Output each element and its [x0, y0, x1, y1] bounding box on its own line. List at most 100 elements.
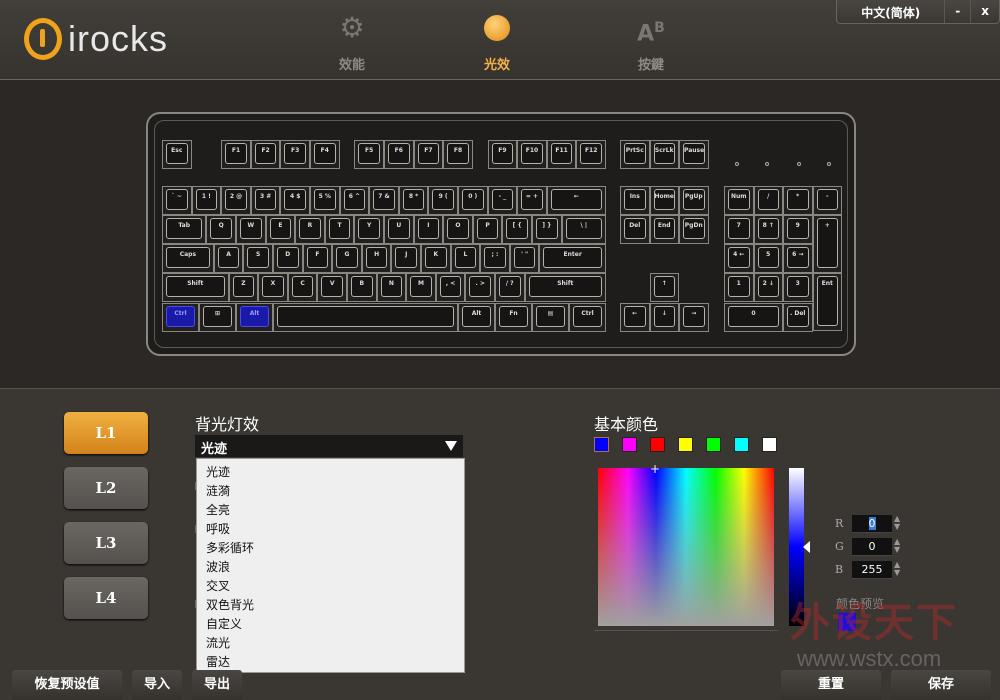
key[interactable]: V — [317, 273, 347, 302]
key[interactable]: 6 → — [783, 244, 813, 273]
restore-defaults-button[interactable]: 恢复预设值 — [12, 670, 122, 700]
key[interactable]: 8 ↑ — [754, 215, 784, 244]
key[interactable]: Fn — [495, 303, 532, 332]
key[interactable]: 3 — [783, 273, 813, 302]
language-button[interactable]: 中文(简体) — [837, 0, 944, 23]
key[interactable]: F12 — [576, 140, 606, 169]
key[interactable]: K — [421, 244, 451, 273]
key[interactable]: Alt — [458, 303, 495, 332]
layer-l4-button[interactable]: L4 — [64, 577, 148, 619]
save-button[interactable]: 保存 — [891, 670, 991, 700]
key[interactable]: ▤ — [532, 303, 569, 332]
key[interactable]: F1 — [221, 140, 251, 169]
key[interactable]: ← — [620, 303, 650, 332]
key[interactable]: 4 ← — [724, 244, 754, 273]
key[interactable]: F8 — [443, 140, 473, 169]
key[interactable]: F4 — [310, 140, 340, 169]
key[interactable]: . Del — [783, 303, 813, 332]
key[interactable]: 3 # — [251, 186, 281, 215]
key[interactable]: F — [303, 244, 333, 273]
key[interactable]: Home — [650, 186, 680, 215]
key[interactable]: PrtSc — [620, 140, 650, 169]
key[interactable]: Ent — [813, 273, 843, 331]
key[interactable]: X — [258, 273, 288, 302]
effect-option[interactable]: 呼吸 — [197, 520, 464, 539]
minimize-button[interactable]: - — [944, 0, 970, 23]
key[interactable]: End — [650, 215, 680, 244]
key[interactable]: ↓ — [650, 303, 680, 332]
key[interactable]: O — [443, 215, 473, 244]
key[interactable]: Esc — [162, 140, 192, 169]
slider-handle-icon[interactable] — [803, 541, 810, 553]
key[interactable]: F3 — [280, 140, 310, 169]
tab-keys[interactable]: AB按鍵 — [616, 10, 686, 73]
key[interactable]: . > — [465, 273, 495, 302]
effect-option[interactable]: 流光 — [197, 634, 464, 653]
tab-lighting[interactable]: 光效 — [462, 10, 532, 73]
key[interactable]: 6 ^ — [340, 186, 370, 215]
key[interactable]: Num — [724, 186, 754, 215]
key[interactable]: 5 — [754, 244, 784, 273]
color-swatch[interactable] — [734, 437, 749, 452]
key[interactable]: R — [295, 215, 325, 244]
key[interactable]: ← — [547, 186, 606, 215]
key[interactable]: L — [451, 244, 481, 273]
key[interactable]: PgDn — [679, 215, 709, 244]
effect-option[interactable]: 多彩循环 — [197, 539, 464, 558]
key[interactable]: F2 — [251, 140, 281, 169]
key[interactable]: \ | — [562, 215, 606, 244]
import-button[interactable]: 导入 — [132, 670, 182, 700]
key[interactable]: Shift — [525, 273, 606, 302]
key[interactable]: F9 — [488, 140, 518, 169]
b-input[interactable]: 255 — [852, 561, 892, 579]
key[interactable]: G — [332, 244, 362, 273]
r-input[interactable]: 0 — [852, 515, 892, 533]
effect-select[interactable]: 光迹 — [195, 435, 463, 457]
g-input[interactable]: 0 — [852, 538, 892, 556]
key[interactable]: J — [391, 244, 421, 273]
key[interactable]: PgUp — [679, 186, 709, 215]
key[interactable]: W — [236, 215, 266, 244]
key[interactable]: Enter — [539, 244, 606, 273]
effect-option[interactable]: 全亮 — [197, 501, 464, 520]
key[interactable]: - — [813, 186, 843, 215]
key[interactable]: 0 — [724, 303, 783, 332]
key[interactable]: M — [406, 273, 436, 302]
key[interactable]: ] } — [532, 215, 562, 244]
key[interactable]: F5 — [354, 140, 384, 169]
key[interactable]: F11 — [547, 140, 577, 169]
key[interactable]: 7 & — [369, 186, 399, 215]
effect-option[interactable]: 涟漪 — [197, 482, 464, 501]
key[interactable]: C — [288, 273, 318, 302]
key[interactable]: Q — [206, 215, 236, 244]
color-swatch[interactable] — [594, 437, 609, 452]
r-stepper[interactable]: ▲▼ — [894, 515, 904, 531]
key[interactable]: 1 — [724, 273, 754, 302]
key[interactable]: N — [377, 273, 407, 302]
key[interactable]: - _ — [488, 186, 518, 215]
color-spectrum-picker[interactable]: + — [598, 468, 774, 626]
key[interactable]: Shift — [162, 273, 229, 302]
key[interactable]: F10 — [517, 140, 547, 169]
key[interactable]: T — [325, 215, 355, 244]
effect-option[interactable]: 波浪 — [197, 558, 464, 577]
key[interactable]: 7 — [724, 215, 754, 244]
color-swatch[interactable] — [706, 437, 721, 452]
key[interactable]: ↑ — [650, 273, 680, 302]
key[interactable] — [273, 303, 458, 332]
effect-option[interactable]: 双色背光 — [197, 596, 464, 615]
key[interactable]: E — [266, 215, 296, 244]
key[interactable]: U — [384, 215, 414, 244]
key[interactable]: A — [214, 244, 244, 273]
tab-performance[interactable]: ⚙效能 — [317, 10, 387, 73]
color-swatch[interactable] — [678, 437, 693, 452]
key[interactable]: = + — [517, 186, 547, 215]
key[interactable]: S — [243, 244, 273, 273]
effect-option[interactable]: 自定义 — [197, 615, 464, 634]
key[interactable]: ` ~ — [162, 186, 192, 215]
key[interactable]: 2 ↓ — [754, 273, 784, 302]
key[interactable]: Caps — [162, 244, 214, 273]
color-swatch[interactable] — [650, 437, 665, 452]
g-stepper[interactable]: ▲▼ — [894, 538, 904, 554]
effect-option[interactable]: 交叉 — [197, 577, 464, 596]
